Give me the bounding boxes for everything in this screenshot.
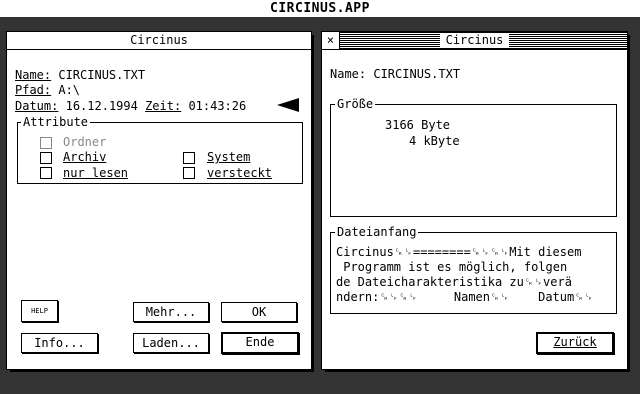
right-window-title-bar[interactable]: Circinus [322,32,627,50]
hidden-checkbox[interactable] [183,167,195,179]
size-group [330,104,617,217]
readonly-label[interactable]: nur lesen [63,166,128,180]
ok-button[interactable]: OK [221,302,297,322]
folder-label: Ordner [63,135,107,149]
time-value[interactable]: 01:43:26 [188,99,246,113]
app-title: CIRCINUS.APP [270,1,370,16]
left-window-title: Circinus [130,33,188,47]
name-row: Name: CIRCINUS.TXT [15,68,145,82]
path-value: A:\ [58,83,81,97]
pointer-arrow-icon[interactable] [277,98,299,112]
system-label[interactable]: System [207,150,250,164]
path-label: Pfad: [15,83,52,97]
help-button[interactable]: HELP [21,300,58,322]
archive-label[interactable]: Archiv [63,150,106,164]
readonly-checkbox[interactable] [40,167,52,179]
name-value: CIRCINUS.TXT [58,68,146,82]
right-info-window: Circinus × Name: CIRCINUS.TXT Größe 3166… [321,31,628,370]
preview-line: de Dateicharakteristika zu␍␊verä [336,275,572,289]
system-checkbox[interactable] [183,152,195,164]
app-title-bar: CIRCINUS.APP [0,0,640,17]
name-label: Name: [15,68,52,82]
preview-line: Circinus␍␊========␍␊␍␊Mit diesem [336,245,582,259]
right-window-title: Circinus [439,33,510,47]
date-value[interactable]: 16.12.1994 [66,99,138,113]
preview-line: Programm ist es möglich, folgen [336,260,568,274]
preview-line: ndern:␍␊␍␊ Namen␍␊ Datum␍␊ [336,290,594,304]
load-button[interactable]: Laden... [133,333,209,353]
size-bytes: 3166 Byte [385,118,451,132]
size-kbytes: 4 kByte [409,134,460,148]
date-row: Datum: 16.12.1994 Zeit: 01:43:26 [15,99,246,113]
back-label: Zurück [553,335,597,349]
hidden-label[interactable]: versteckt [207,166,272,180]
end-button[interactable]: Ende [221,332,299,354]
left-dialog-window: Circinus Name: CIRCINUS.TXT Pfad: A:\ Da… [6,31,312,370]
time-label: Zeit: [145,99,182,113]
attributes-label: Attribute [21,115,91,129]
back-button[interactable]: Zurück [536,332,614,354]
path-row: Pfad: A:\ [15,83,80,97]
date-label: Datum: [15,99,59,113]
close-icon[interactable]: × [322,32,340,50]
left-window-title-bar[interactable]: Circinus [7,32,311,50]
folder-checkbox [40,137,52,149]
archive-checkbox[interactable] [40,152,52,164]
info-button[interactable]: Info... [21,333,98,353]
size-label: Größe [335,97,376,111]
more-button[interactable]: Mehr... [133,302,209,322]
file-start-label: Dateianfang [335,225,419,239]
right-name-line: Name: CIRCINUS.TXT [330,67,461,81]
